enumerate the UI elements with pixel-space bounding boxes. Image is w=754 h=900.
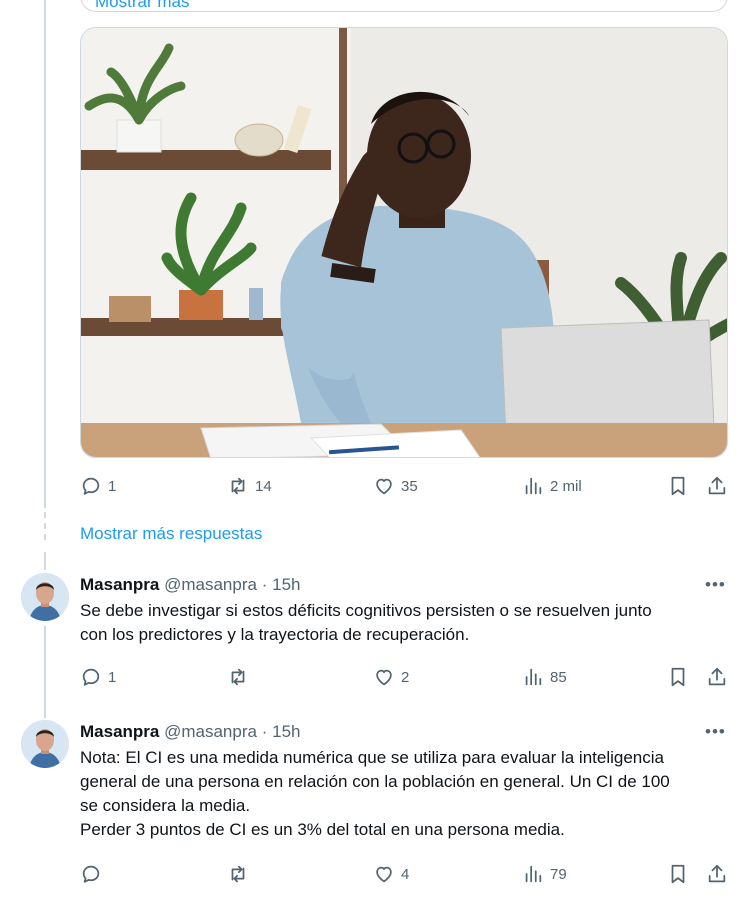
reply-icon	[82, 477, 100, 495]
bookmark-button[interactable]	[667, 666, 689, 688]
tweet-text-line: Se debe investigar si estos déficits cog…	[80, 601, 652, 620]
like-count: 2	[401, 668, 410, 686]
thread-line-reply	[44, 626, 46, 718]
bookmark-icon	[671, 667, 685, 687]
retweet-icon	[231, 668, 245, 686]
show-more-link[interactable]: Mostrar más	[95, 0, 189, 12]
more-options-icon[interactable]: •••	[705, 722, 726, 742]
views-icon	[525, 865, 542, 883]
reply-count: 1	[108, 668, 117, 686]
like-button[interactable]: 4	[373, 863, 409, 885]
share-button[interactable]	[706, 666, 728, 688]
bookmark-button[interactable]	[667, 863, 689, 885]
share-icon	[708, 476, 726, 495]
like-button[interactable]: 2	[373, 666, 409, 688]
tweet-header: Masanpra @masanpra · 15h	[80, 575, 300, 595]
tweet-text-line: Perder 3 puntos de CI es un 3% del total…	[80, 820, 565, 839]
author-name[interactable]: Masanpra	[80, 722, 159, 741]
bookmark-icon	[671, 476, 685, 496]
views-button[interactable]: 79	[522, 863, 567, 885]
like-count: 35	[401, 477, 418, 495]
tweet-text: Nota: El CI es una medida numérica que s…	[80, 746, 728, 842]
tweet-text-line: con los predictores y la trayectoria de …	[80, 625, 470, 644]
views-icon	[525, 668, 542, 686]
views-count: 85	[550, 668, 567, 686]
photo-illustration	[81, 28, 727, 457]
tweet-media-image[interactable]	[80, 27, 728, 458]
retweet-button[interactable]: 14	[227, 475, 272, 497]
heart-icon	[376, 866, 392, 883]
author-handle[interactable]: @masanpra	[164, 722, 257, 741]
retweet-icon	[231, 865, 245, 883]
tweet-time[interactable]: 15h	[272, 575, 300, 594]
share-icon	[708, 864, 726, 883]
author-handle[interactable]: @masanpra	[164, 575, 257, 594]
reply-button[interactable]	[80, 863, 108, 885]
reply-1-actions: 1 2 85	[80, 666, 728, 690]
share-button[interactable]	[706, 475, 728, 497]
author-name[interactable]: Masanpra	[80, 575, 159, 594]
tweet-time[interactable]: 15h	[272, 722, 300, 741]
views-icon	[525, 477, 542, 495]
reply-count: 1	[108, 477, 117, 495]
thread-gap-dots	[43, 512, 47, 545]
like-count: 4	[401, 865, 410, 883]
retweet-count: 14	[255, 477, 272, 495]
bookmark-button[interactable]	[667, 475, 689, 497]
heart-icon	[376, 669, 392, 686]
header-separator: ·	[261, 722, 268, 741]
tweet-text-line: se considera la media.	[80, 796, 251, 815]
like-button[interactable]: 35	[373, 475, 418, 497]
bookmark-icon	[671, 864, 685, 884]
heart-icon	[376, 478, 392, 495]
tweet-text-line: Nota: El CI es una medida numérica que s…	[80, 748, 664, 767]
reply-button[interactable]: 1	[80, 666, 116, 688]
reply-icon	[82, 668, 100, 686]
main-tweet-actions: 1 14 35 2 mil	[80, 475, 728, 499]
more-options-icon[interactable]: •••	[705, 575, 726, 595]
reply-2-actions: 4 79	[80, 863, 728, 887]
views-count: 79	[550, 865, 567, 883]
tweet-header: Masanpra @masanpra · 15h	[80, 722, 300, 742]
tweet-text: Se debe investigar si estos déficits cog…	[80, 599, 728, 647]
thread-line-mid	[44, 552, 46, 570]
share-button[interactable]	[706, 863, 728, 885]
avatar[interactable]	[21, 573, 69, 621]
link-card[interactable]: Mostrar más	[80, 0, 728, 12]
reply-button[interactable]: 1	[80, 475, 116, 497]
reply-icon	[82, 865, 100, 883]
thread-line-top	[44, 0, 46, 508]
views-button[interactable]: 85	[522, 666, 567, 688]
retweet-button[interactable]	[227, 666, 255, 688]
avatar[interactable]	[21, 720, 69, 768]
retweet-button[interactable]	[227, 863, 255, 885]
show-more-replies-link[interactable]: Mostrar más respuestas	[80, 524, 262, 544]
retweet-icon	[231, 477, 245, 495]
views-button[interactable]: 2 mil	[522, 475, 582, 497]
tweet-text-line: general de una persona en relación con l…	[80, 772, 670, 791]
views-count: 2 mil	[550, 477, 582, 495]
header-separator: ·	[261, 575, 268, 594]
share-icon	[708, 667, 726, 686]
